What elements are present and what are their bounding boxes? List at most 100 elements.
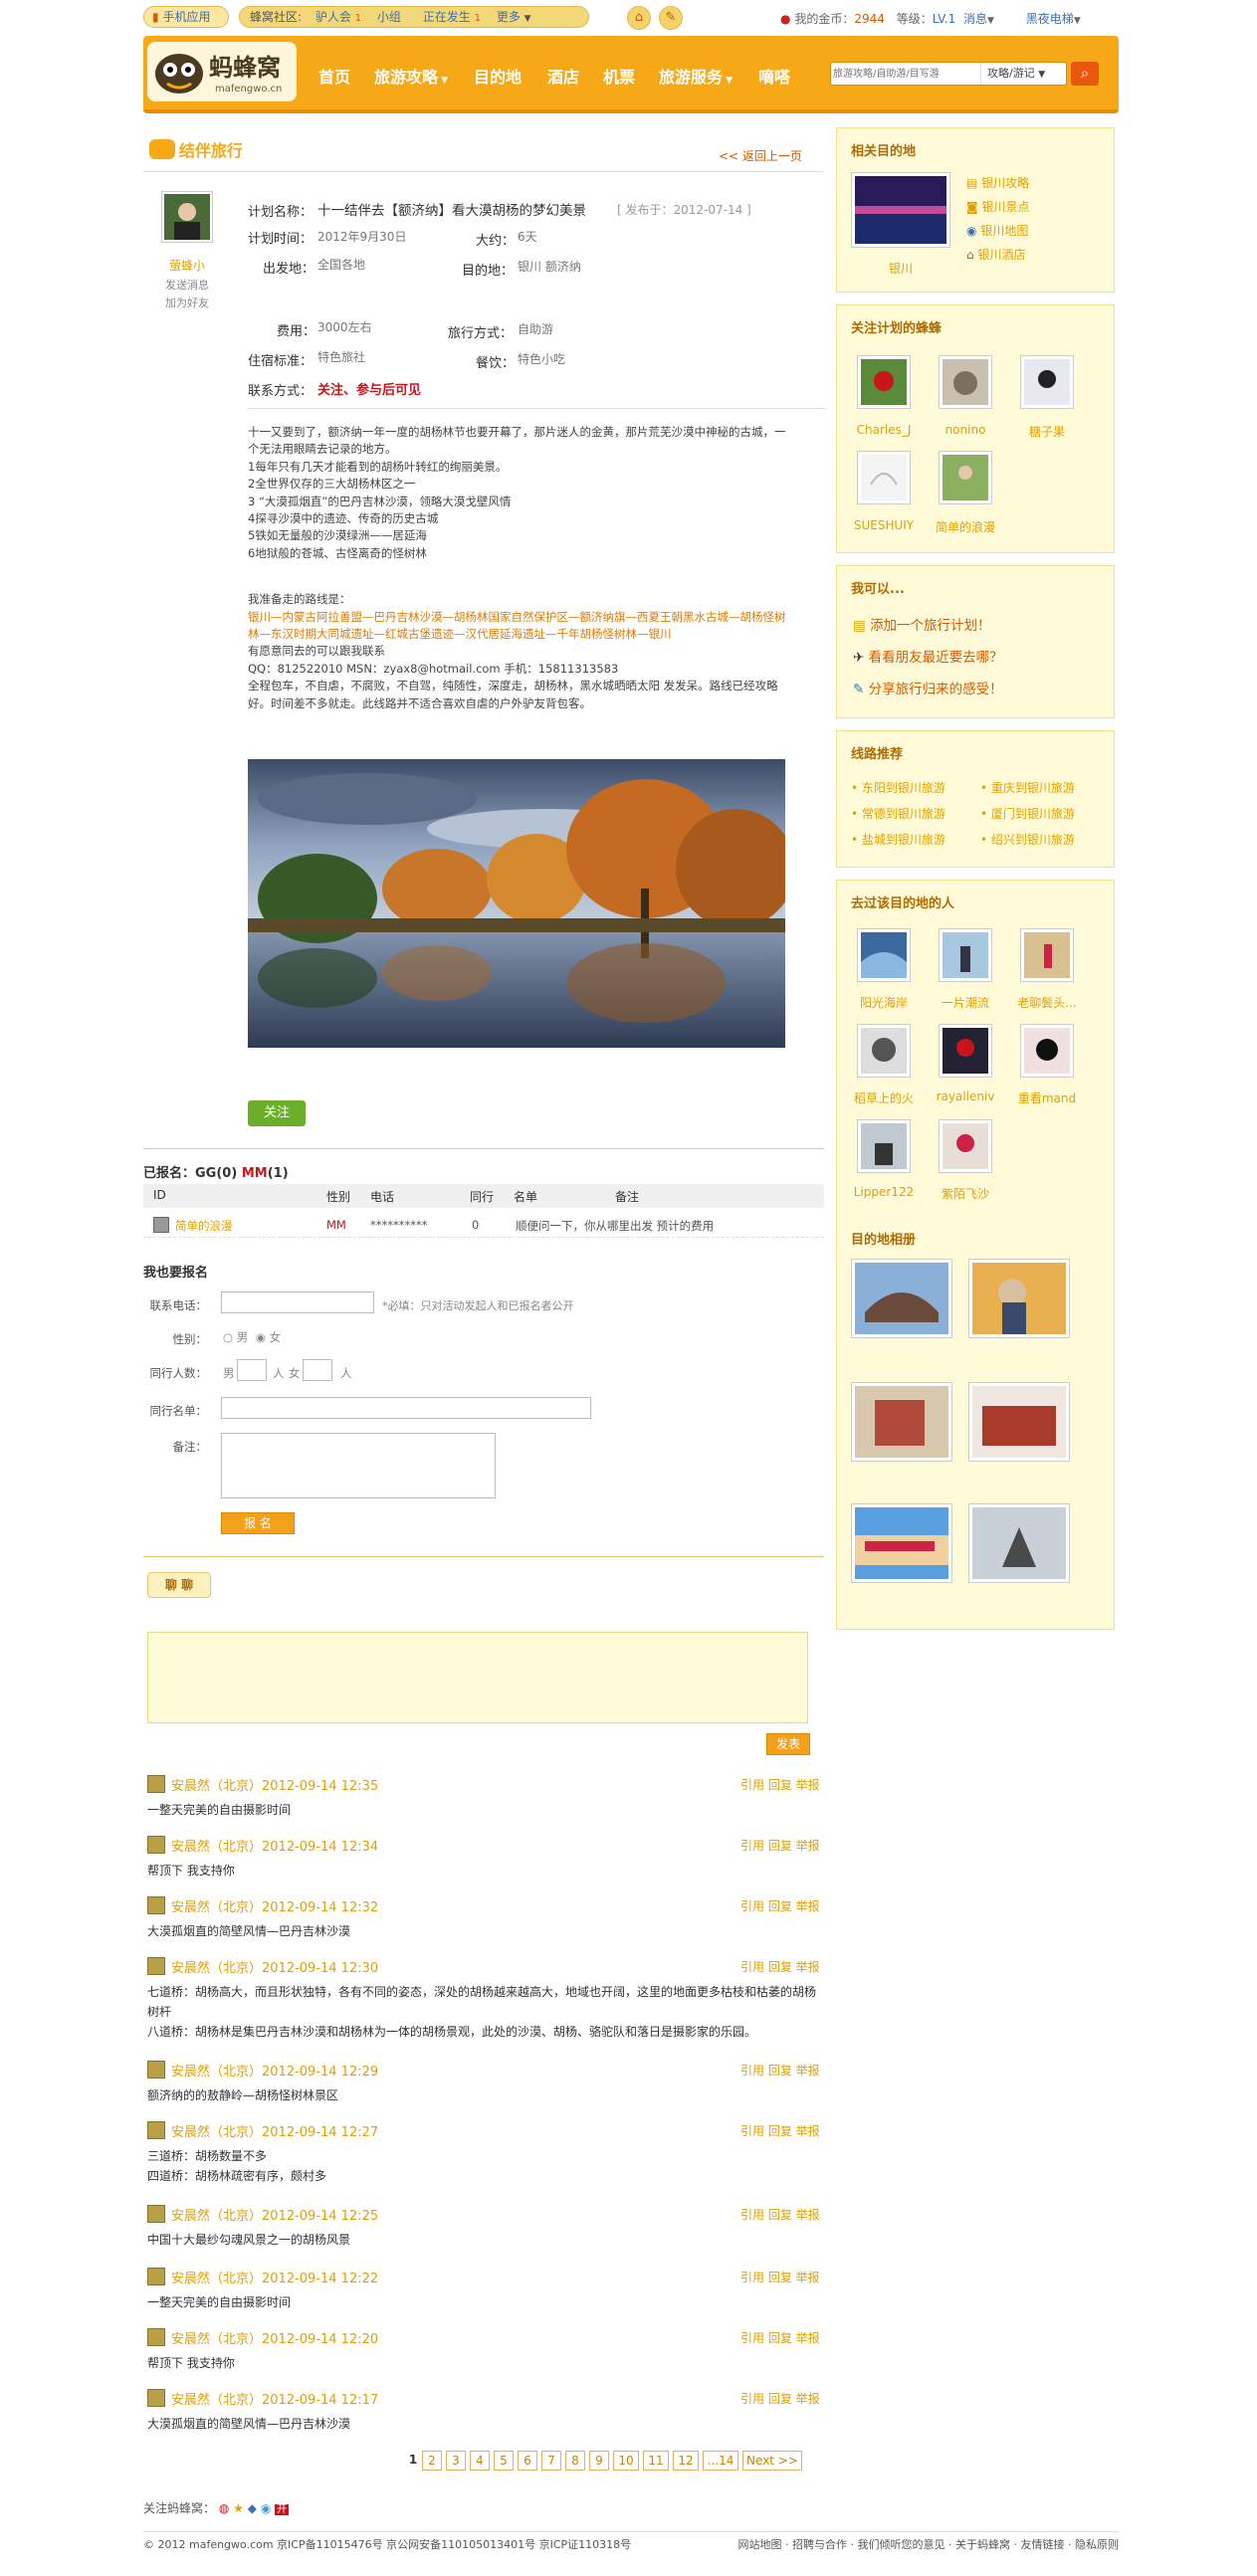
follower-avatar[interactable] xyxy=(857,355,911,409)
page-11[interactable]: 11 xyxy=(643,2451,669,2471)
comment-author[interactable]: 安晨然（北京）2012-09-14 12:29 xyxy=(171,2061,378,2080)
route-link[interactable]: • 常德到银川旅游 xyxy=(851,805,945,822)
nav-services[interactable]: 旅游服务 ▼ xyxy=(659,64,733,88)
comment-actions[interactable]: 引用 回复 举报 xyxy=(740,1776,820,1793)
community-tab-lvren[interactable]: 驴人会 xyxy=(315,7,351,27)
names-input[interactable] xyxy=(221,1397,591,1419)
route-link[interactable]: • 盐城到银川旅游 xyxy=(851,831,945,848)
page-5[interactable]: 5 xyxy=(494,2451,514,2471)
visitor-avatar[interactable] xyxy=(857,1024,911,1078)
comment-author[interactable]: 安晨然（北京）2012-09-14 12:34 xyxy=(171,1836,378,1855)
route-link[interactable]: • 重庆到银川旅游 xyxy=(980,779,1075,796)
radio-male[interactable]: ○ xyxy=(223,1330,233,1344)
comment-author[interactable]: 安晨然（北京）2012-09-14 12:30 xyxy=(171,1957,378,1976)
comment-actions[interactable]: 引用 回复 举报 xyxy=(740,2329,820,2346)
visitor-avatar[interactable] xyxy=(1020,928,1074,982)
user-menu[interactable]: 黑夜电梯 xyxy=(1026,12,1074,26)
comment-author[interactable]: 安晨然（北京）2012-09-14 12:32 xyxy=(171,1896,378,1915)
follower-name[interactable]: 简单的浪漫 xyxy=(929,518,1002,535)
follower-avatar[interactable] xyxy=(939,451,992,504)
community-tab-happening[interactable]: 正在发生 xyxy=(423,7,471,27)
phone-input[interactable] xyxy=(221,1291,374,1313)
add-plan-link[interactable]: ▤ 添加一个旅行计划！ xyxy=(853,614,991,634)
route-link[interactable]: • 厦门到银川旅游 xyxy=(980,805,1075,822)
page-7[interactable]: 7 xyxy=(541,2451,561,2471)
follower-name[interactable]: SUESHUIY xyxy=(847,518,921,532)
radio-female[interactable]: ◉ xyxy=(256,1330,266,1344)
weibo-icon[interactable]: ◍ xyxy=(219,2501,229,2515)
page-3[interactable]: 3 xyxy=(446,2451,466,2471)
page-4[interactable]: 4 xyxy=(470,2451,490,2471)
album-photo[interactable] xyxy=(851,1259,952,1338)
comment-author[interactable]: 安晨然（北京）2012-09-14 12:35 xyxy=(171,1775,378,1794)
people-icon[interactable]: ◆ xyxy=(248,2501,257,2515)
footer-links[interactable]: 网站地图 · 招聘与合作 · 我们倾听您的意见 · 关于蚂蜂窝 · 友情链接 ·… xyxy=(738,2536,1119,2552)
route-link[interactable]: • 东阳到银川旅游 xyxy=(851,779,945,796)
album-photo[interactable] xyxy=(851,1503,952,1583)
follower-avatar[interactable] xyxy=(1020,355,1074,409)
nav-hotels[interactable]: 酒店 xyxy=(547,64,579,88)
next-page-button[interactable]: Next >> xyxy=(742,2451,802,2471)
comment-author[interactable]: 安晨然（北京）2012-09-14 12:20 xyxy=(171,2328,378,2347)
comment-actions[interactable]: 引用 回复 举报 xyxy=(740,1897,820,1914)
comp-male-input[interactable] xyxy=(237,1359,267,1381)
comment-actions[interactable]: 引用 回复 举报 xyxy=(740,2390,820,2407)
signup-button[interactable]: 报 名 xyxy=(221,1512,295,1534)
star-icon[interactable]: ★ xyxy=(233,2501,244,2515)
add-friend-link[interactable]: 加为好友 xyxy=(143,295,231,310)
visitor-avatar[interactable] xyxy=(939,1119,992,1173)
comment-textarea[interactable] xyxy=(147,1632,808,1723)
comment-actions[interactable]: 引用 回复 举报 xyxy=(740,1958,820,1975)
row-id[interactable]: 简单的浪漫 xyxy=(175,1218,233,1234)
page-1[interactable]: 1 xyxy=(404,2451,422,2471)
page-6[interactable]: 6 xyxy=(518,2451,537,2471)
share-link[interactable]: ✎ 分享旅行归来的感受！ xyxy=(853,678,1003,697)
comment-actions[interactable]: 引用 回复 举报 xyxy=(740,2122,820,2139)
visitor-name[interactable]: 一片潮流 xyxy=(929,994,1002,1011)
page-8[interactable]: 8 xyxy=(565,2451,585,2471)
nav-home[interactable]: 首页 xyxy=(318,64,350,88)
album-photo[interactable] xyxy=(851,1382,952,1462)
qq-icon[interactable]: ◉ xyxy=(261,2501,271,2515)
visitor-name[interactable]: 阳光海岸 xyxy=(847,994,921,1011)
nav-flights[interactable]: 机票 xyxy=(603,64,635,88)
send-message-link[interactable]: 发送消息 xyxy=(143,277,231,293)
comment-actions[interactable]: 引用 回复 举报 xyxy=(740,2269,820,2285)
send-button[interactable]: 发表 xyxy=(766,1733,810,1755)
comment-author[interactable]: 安晨然（北京）2012-09-14 12:22 xyxy=(171,2268,378,2286)
comp-female-input[interactable] xyxy=(303,1359,332,1381)
kaixin-icon[interactable]: 开 xyxy=(275,2504,290,2515)
user-name[interactable]: 萤蜂小 xyxy=(143,257,231,274)
community-tab-group[interactable]: 小组 xyxy=(377,7,401,27)
nav-guides[interactable]: 旅游攻略 ▼ xyxy=(374,64,448,88)
follow-button[interactable]: 关注 xyxy=(248,1100,306,1126)
messages-link[interactable]: 消息 xyxy=(963,12,987,26)
page-2[interactable]: 2 xyxy=(422,2451,442,2471)
note-textarea[interactable] xyxy=(221,1433,496,1498)
friends-plans-link[interactable]: ✈ 看看朋友最近要去哪？ xyxy=(853,646,1003,666)
comment-author[interactable]: 安晨然（北京）2012-09-14 12:27 xyxy=(171,2121,378,2140)
city-link-guide[interactable]: ▤ 银川攻略 xyxy=(966,174,1029,191)
page-12[interactable]: 12 xyxy=(673,2451,699,2471)
album-photo[interactable] xyxy=(968,1503,1070,1583)
follower-avatar[interactable] xyxy=(857,451,911,504)
page-10[interactable]: 10 xyxy=(613,2451,639,2471)
city-link-sights[interactable]: ◙ 银川景点 xyxy=(966,198,1030,215)
back-link[interactable]: << 返回上一页 xyxy=(719,147,802,164)
search-input[interactable] xyxy=(833,65,972,83)
album-photo[interactable] xyxy=(968,1382,1070,1462)
home-icon[interactable]: ⌂ xyxy=(627,6,651,30)
route-link[interactable]: • 绍兴到银川旅游 xyxy=(980,831,1075,848)
avatar[interactable] xyxy=(161,191,213,243)
album-photo[interactable] xyxy=(968,1259,1070,1338)
follower-name[interactable]: 糖子果 xyxy=(1010,423,1084,440)
visitor-name[interactable]: rayalleniv xyxy=(929,1090,1002,1103)
visitor-avatar[interactable] xyxy=(857,928,911,982)
visitor-name[interactable]: 老聊鬓头... xyxy=(1010,994,1084,1011)
comment-author[interactable]: 安晨然（北京）2012-09-14 12:17 xyxy=(171,2389,378,2408)
city-link-hotel[interactable]: ⌂ 银川酒店 xyxy=(966,246,1025,263)
page-9[interactable]: 9 xyxy=(589,2451,609,2471)
visitor-avatar[interactable] xyxy=(939,1024,992,1078)
visitor-name[interactable]: 紫陌飞沙 xyxy=(929,1185,1002,1202)
mobile-app-link[interactable]: ▮ 手机应用 xyxy=(143,6,229,28)
